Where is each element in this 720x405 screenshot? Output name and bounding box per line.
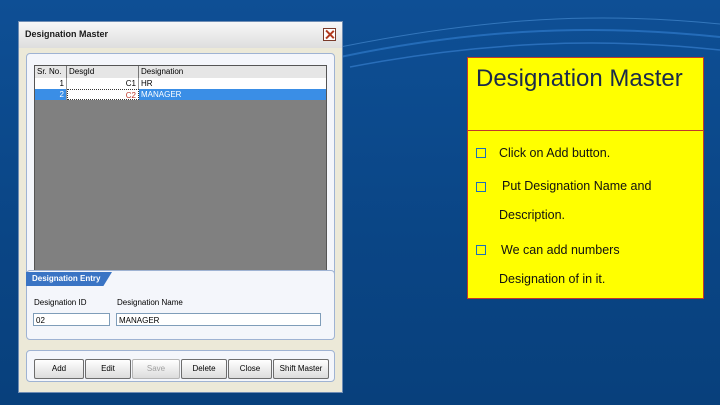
checkbox-bullet-icon <box>476 245 486 255</box>
cell-desgid: C1 <box>67 78 139 89</box>
note-bullet-text: Put Designation Name and <box>502 179 652 193</box>
checkbox-bullet-icon <box>476 182 486 192</box>
grid-header: Sr. No. DesgId Designation <box>35 66 326 78</box>
cell-designation: MANAGER <box>141 90 182 99</box>
add-button[interactable]: Add <box>34 359 84 379</box>
window-title: Designation Master <box>25 29 109 39</box>
cell-sr-no: 1 <box>35 78 67 89</box>
column-header-designation[interactable]: Designation <box>139 66 326 78</box>
edit-button[interactable]: Edit <box>85 359 131 379</box>
cell-sr-no: 2 <box>35 89 67 100</box>
title-bar[interactable]: Designation Master <box>19 22 342 48</box>
table-row[interactable]: 1 C1 HR <box>35 78 326 89</box>
note-bullet-text: Description. <box>499 208 565 222</box>
column-header-desgid[interactable]: DesgId <box>67 66 139 78</box>
note-bullet-text: Click on Add button. <box>499 146 611 160</box>
grid-panel: Sr. No. DesgId Designation 1 C1 HR 2 C2 … <box>26 53 335 285</box>
note-bullet-text: We can add numbers <box>501 243 620 257</box>
checkbox-bullet-icon <box>476 148 486 158</box>
delete-button[interactable]: Delete <box>181 359 227 379</box>
designation-name-label: Designation Name <box>117 298 183 307</box>
cell-designation: HR <box>141 79 153 88</box>
designation-entry-tab: Designation Entry <box>26 272 112 286</box>
column-header-sr-no[interactable]: Sr. No. <box>35 66 67 78</box>
close-button[interactable]: Close <box>228 359 272 379</box>
instruction-note: Designation Master Click on Add button. … <box>467 57 704 299</box>
cell-desgid[interactable]: C2 <box>67 89 139 100</box>
close-icon[interactable] <box>323 28 336 41</box>
note-bullet-text: Designation of in it. <box>499 272 606 286</box>
save-button[interactable]: Save <box>132 359 180 379</box>
designation-id-input[interactable]: 02 <box>33 313 110 326</box>
note-title: Designation Master <box>476 65 683 92</box>
shift-master-button[interactable]: Shift Master <box>273 359 329 379</box>
designation-grid: Sr. No. DesgId Designation 1 C1 HR 2 C2 … <box>34 65 327 277</box>
designation-id-label: Designation ID <box>34 298 87 307</box>
designation-name-input[interactable]: MANAGER <box>116 313 321 326</box>
table-row[interactable]: 2 C2 MANAGER <box>35 89 326 100</box>
note-divider <box>468 130 703 131</box>
